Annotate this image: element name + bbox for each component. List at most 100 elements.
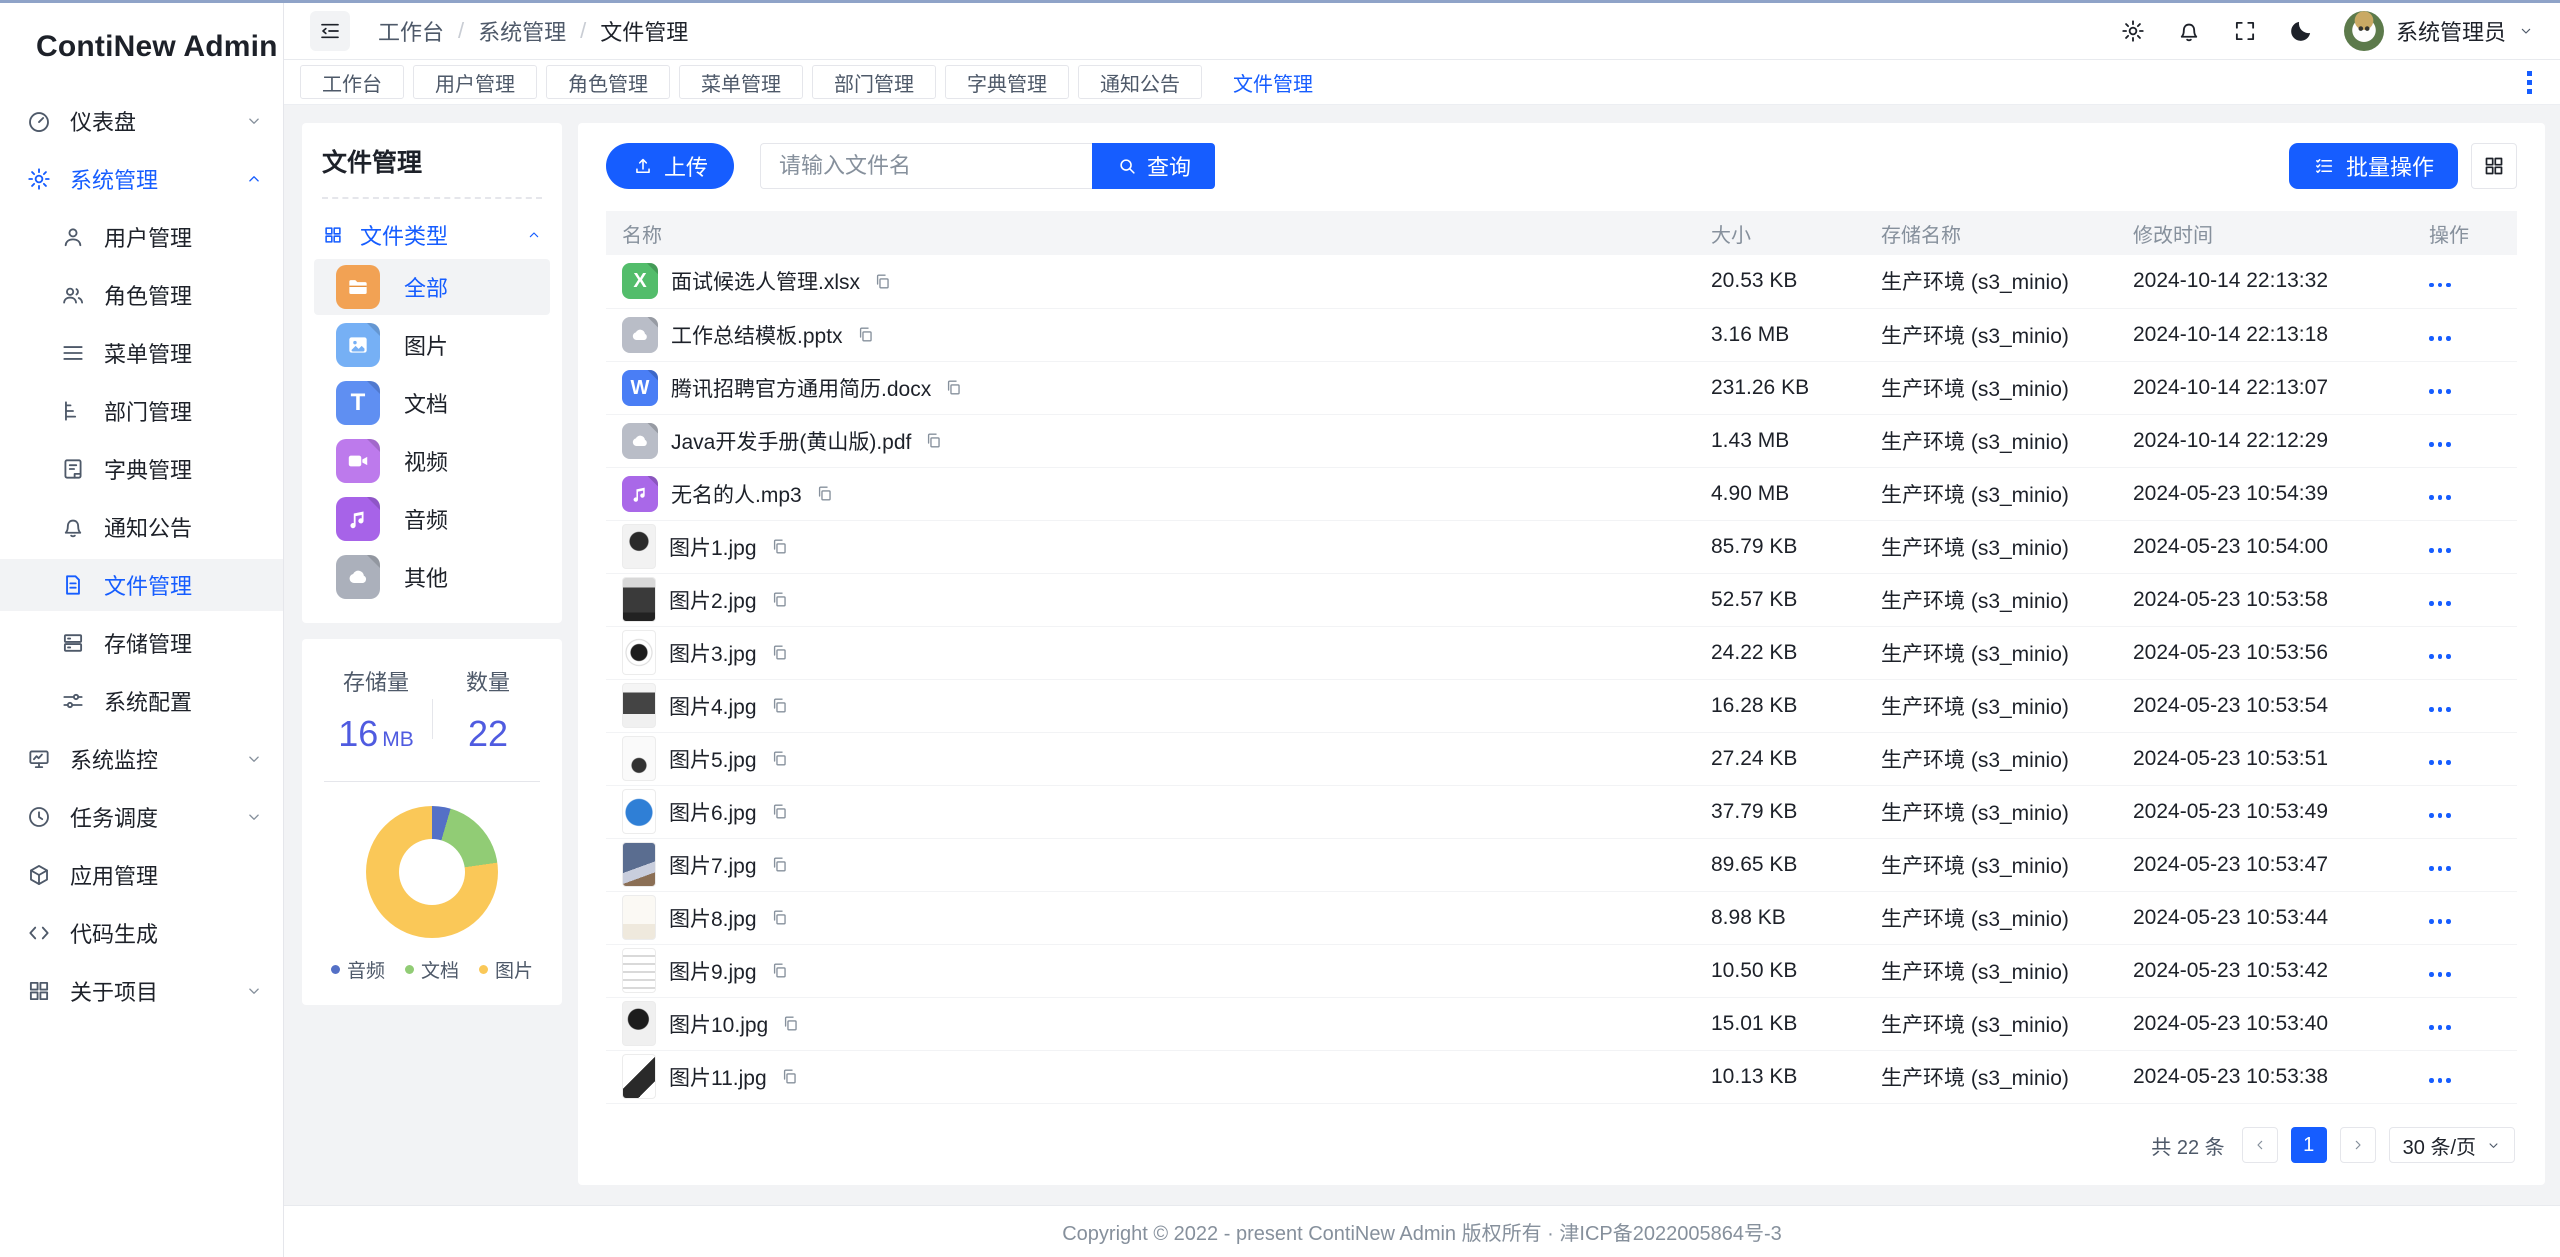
sidebar-item-menu-management[interactable]: 菜单管理 [0,327,283,379]
breadcrumb-item[interactable]: 工作台 [378,15,444,47]
table-row[interactable]: 工作总结模板.pptx3.16 MB生产环境 (s3_minio)2024-10… [606,308,2517,361]
table-row[interactable]: 图片9.jpg10.50 KB生产环境 (s3_minio)2024-05-23… [606,944,2517,997]
sidebar-item-system-config[interactable]: 系统配置 [0,675,283,727]
file-name[interactable]: 工作总结模板.pptx [671,320,843,350]
sidebar-item-role-management[interactable]: 角色管理 [0,269,283,321]
upload-button[interactable]: 上传 [606,143,734,189]
file-name[interactable]: 图片8.jpg [669,903,757,933]
legend-item-1[interactable]: 音频 [331,956,385,983]
table-row[interactable]: X面试候选人管理.xlsx20.53 KB生产环境 (s3_minio)2024… [606,255,2517,308]
file-type-item-document[interactable]: T文档 [314,375,550,431]
sidebar-item-dept-management[interactable]: 部门管理 [0,385,283,437]
copy-icon[interactable] [770,696,789,715]
sidebar-item-storage-management[interactable]: 存储管理 [0,617,283,669]
copy-icon[interactable] [781,1014,800,1033]
row-actions-button[interactable] [2429,641,2451,664]
tab-dict-management[interactable]: 字典管理 [945,65,1069,99]
batch-operations-button[interactable]: 批量操作 [2289,143,2458,189]
tab-notice[interactable]: 通知公告 [1078,65,1202,99]
query-button[interactable]: 查询 [1092,143,1215,189]
row-actions-button[interactable] [2429,694,2451,717]
file-type-item-other[interactable]: 其他 [314,549,550,605]
row-actions-button[interactable] [2429,376,2451,399]
file-name[interactable]: 图片1.jpg [669,532,757,562]
breadcrumb-item[interactable]: 文件管理 [600,15,688,47]
table-row[interactable]: 图片7.jpg89.65 KB生产环境 (s3_minio)2024-05-23… [606,838,2517,891]
copy-icon[interactable] [770,537,789,556]
kebab-menu-icon[interactable] [2514,71,2544,94]
table-row[interactable]: 图片4.jpg16.28 KB生产环境 (s3_minio)2024-05-23… [606,679,2517,732]
sidebar-item-code-generation[interactable]: 代码生成 [0,907,283,959]
file-name[interactable]: 图片3.jpg [669,638,757,668]
sidebar-item-dashboard[interactable]: 仪表盘 [0,95,283,147]
next-page-button[interactable] [2340,1127,2376,1163]
copy-icon[interactable] [770,590,789,609]
file-type-item-image[interactable]: 图片 [314,317,550,373]
prev-page-button[interactable] [2242,1127,2278,1163]
tab-menu-management[interactable]: 菜单管理 [679,65,803,99]
row-actions-button[interactable] [2429,588,2451,611]
row-actions-button[interactable] [2429,800,2451,823]
search-input[interactable] [760,143,1092,189]
copy-icon[interactable] [770,802,789,821]
row-actions-button[interactable] [2429,747,2451,770]
sidebar-item-app-management[interactable]: 应用管理 [0,849,283,901]
table-row[interactable]: Java开发手册(黄山版).pdf1.43 MB生产环境 (s3_minio)2… [606,414,2517,467]
file-type-item-video[interactable]: 视频 [314,433,550,489]
file-name[interactable]: 图片11.jpg [669,1062,767,1092]
file-name[interactable]: 图片10.jpg [669,1009,768,1039]
file-name[interactable]: Java开发手册(黄山版).pdf [671,426,911,456]
page-number-button[interactable]: 1 [2291,1127,2327,1163]
table-row[interactable]: 图片5.jpg27.24 KB生产环境 (s3_minio)2024-05-23… [606,732,2517,785]
gear-icon[interactable] [2120,18,2146,44]
file-name[interactable]: 面试候选人管理.xlsx [671,266,860,296]
sidebar-item-task-schedule[interactable]: 任务调度 [0,791,283,843]
table-row[interactable]: 图片10.jpg15.01 KB生产环境 (s3_minio)2024-05-2… [606,997,2517,1050]
file-type-item-all[interactable]: 全部 [314,259,550,315]
table-row[interactable]: 图片1.jpg85.79 KB生产环境 (s3_minio)2024-05-23… [606,520,2517,573]
table-row[interactable]: 图片8.jpg8.98 KB生产环境 (s3_minio)2024-05-23 … [606,891,2517,944]
copy-icon[interactable] [770,961,789,980]
row-actions-button[interactable] [2429,959,2451,982]
row-actions-button[interactable] [2429,323,2451,346]
file-name[interactable]: 图片6.jpg [669,797,757,827]
file-name[interactable]: 无名的人.mp3 [671,479,802,509]
sidebar-item-file-management[interactable]: 文件管理 [0,559,283,611]
row-actions-button[interactable] [2429,1065,2451,1088]
bell-icon[interactable] [2176,18,2202,44]
copy-icon[interactable] [815,484,834,503]
moon-icon[interactable] [2288,18,2314,44]
file-name[interactable]: 图片4.jpg [669,691,757,721]
sidebar-item-user-management[interactable]: 用户管理 [0,211,283,263]
row-actions-button[interactable] [2429,906,2451,929]
row-actions-button[interactable] [2429,1012,2451,1035]
breadcrumb-item[interactable]: 系统管理 [478,15,566,47]
row-actions-button[interactable] [2429,535,2451,558]
file-name[interactable]: 腾讯招聘官方通用简历.docx [671,373,931,403]
sidebar-item-system-management[interactable]: 系统管理 [0,153,283,205]
table-row[interactable]: 无名的人.mp34.90 MB生产环境 (s3_minio)2024-05-23… [606,467,2517,520]
copy-icon[interactable] [944,378,963,397]
view-toggle-button[interactable] [2471,143,2517,189]
file-type-item-audio[interactable]: 音频 [314,491,550,547]
tab-dept-management[interactable]: 部门管理 [812,65,936,99]
file-type-group[interactable]: 文件类型 [322,213,542,257]
copy-icon[interactable] [770,749,789,768]
sidebar-item-dict-management[interactable]: 字典管理 [0,443,283,495]
user-menu[interactable]: 系统管理员 [2344,11,2534,51]
app-logo[interactable]: ContiNew Admin [0,3,283,91]
tab-workbench[interactable]: 工作台 [300,65,404,99]
table-row[interactable]: 图片6.jpg37.79 KB生产环境 (s3_minio)2024-05-23… [606,785,2517,838]
legend-item-2[interactable]: 文档 [405,956,459,983]
copy-icon[interactable] [770,643,789,662]
tab-role-management[interactable]: 角色管理 [546,65,670,99]
row-actions-button[interactable] [2429,429,2451,452]
copy-icon[interactable] [770,908,789,927]
sidebar-item-about-project[interactable]: 关于项目 [0,965,283,1017]
row-actions-button[interactable] [2429,269,2451,292]
fullscreen-icon[interactable] [2232,18,2258,44]
file-name[interactable]: 图片9.jpg [669,956,757,986]
table-row[interactable]: 图片2.jpg52.57 KB生产环境 (s3_minio)2024-05-23… [606,573,2517,626]
sidebar-item-system-monitor[interactable]: 系统监控 [0,733,283,785]
copy-icon[interactable] [856,325,875,344]
